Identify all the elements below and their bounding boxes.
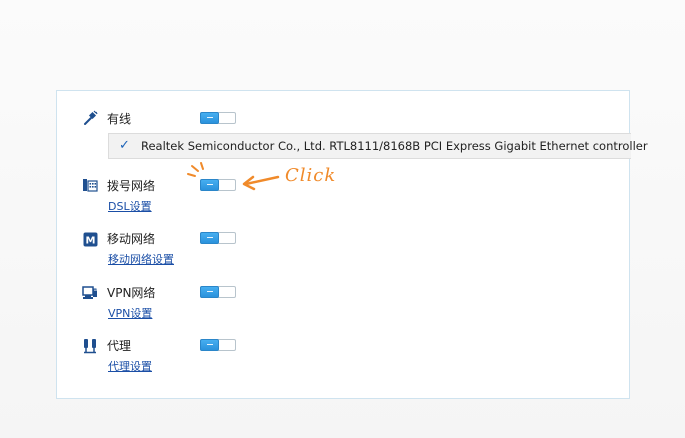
mobile-settings-link[interactable]: 移动网络设置 <box>108 253 174 267</box>
dsl-settings-link[interactable]: DSL设置 <box>108 200 152 214</box>
wired-device-item[interactable]: ✓ Realtek Semiconductor Co., Ltd. RTL811… <box>108 133 648 159</box>
dsl-label: 拨号网络 <box>107 179 156 193</box>
vpn-label: VPN网络 <box>107 286 156 300</box>
wired-toggle[interactable] <box>200 112 236 124</box>
network-settings-panel: 有线 ✓ Realtek Semiconductor Co., Ltd. RTL… <box>56 90 648 399</box>
dialup-icon <box>82 177 98 193</box>
proxy-icon <box>82 338 98 354</box>
mobile-network-icon: M <box>82 231 98 247</box>
mobile-toggle-knob <box>200 232 219 244</box>
wired-device-name: Realtek Semiconductor Co., Ltd. RTL8111/… <box>141 139 648 153</box>
proxy-label: 代理 <box>107 339 132 353</box>
check-icon: ✓ <box>119 138 130 153</box>
proxy-settings-link[interactable]: 代理设置 <box>108 360 152 374</box>
vpn-icon <box>82 285 98 301</box>
proxy-toggle[interactable] <box>200 339 236 351</box>
wired-toggle-knob <box>200 112 219 124</box>
svg-text:M: M <box>85 235 95 246</box>
vpn-settings-link[interactable]: VPN设置 <box>108 307 152 321</box>
ethernet-plug-icon <box>82 110 98 126</box>
click-annotation-text: Click <box>285 165 337 186</box>
mobile-toggle[interactable] <box>200 232 236 244</box>
mobile-label: 移动网络 <box>107 232 156 246</box>
click-arrow-icon <box>187 162 280 191</box>
proxy-toggle-knob <box>200 339 219 351</box>
wired-label: 有线 <box>107 112 132 126</box>
vpn-toggle[interactable] <box>200 286 236 298</box>
click-annotation: Click <box>182 160 342 196</box>
vpn-toggle-knob <box>200 286 219 298</box>
